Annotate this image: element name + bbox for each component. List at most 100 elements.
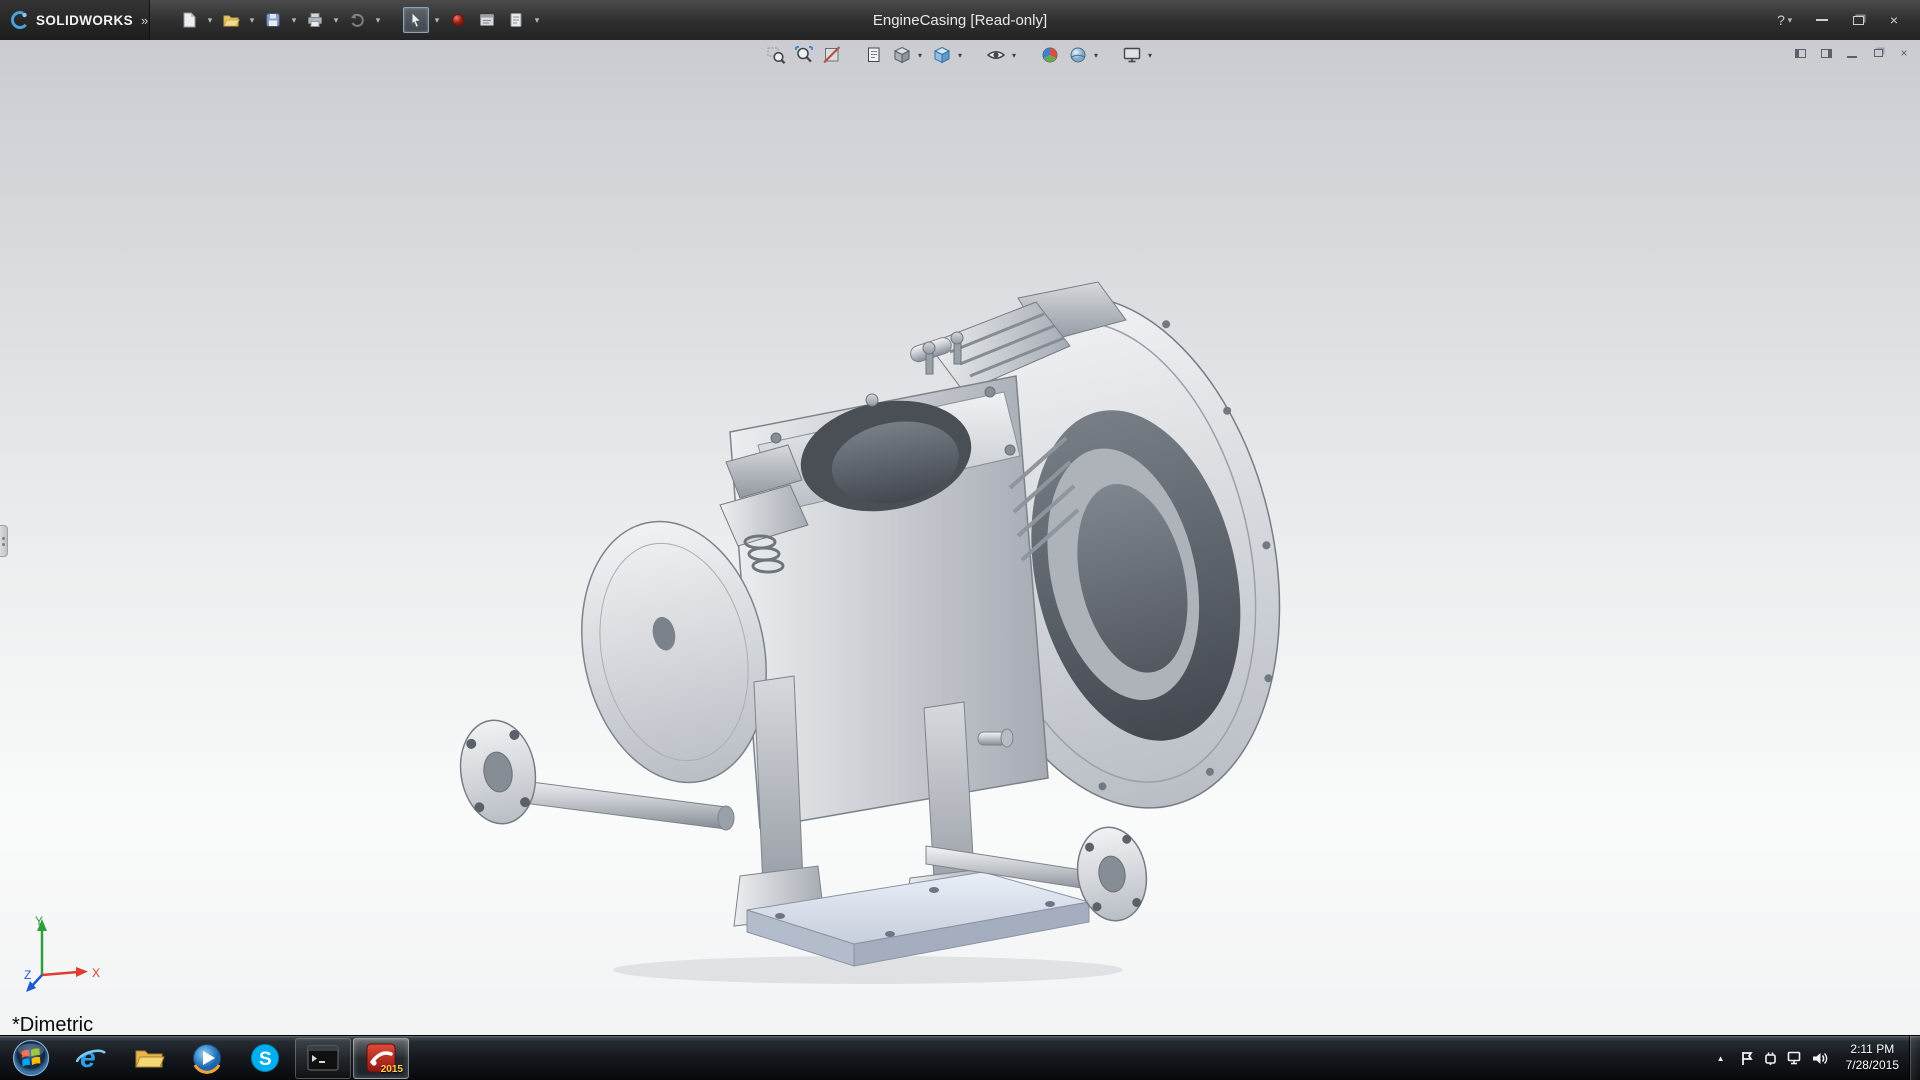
apply-scene-dropdown[interactable]: ▾ [1094, 51, 1102, 60]
internet-explorer-icon: e [74, 1041, 108, 1075]
volume-icon[interactable] [1812, 1051, 1828, 1066]
command-prompt-icon [307, 1045, 339, 1071]
tray-icons [1732, 1051, 1836, 1066]
apply-scene-button[interactable] [1066, 43, 1090, 67]
svg-text:e: e [80, 1042, 96, 1073]
open-dropdown[interactable]: ▾ [247, 15, 257, 26]
clock-time: 2:11 PM [1846, 1042, 1899, 1058]
minimize-button[interactable] [1812, 10, 1832, 30]
hide-show-items-icon [986, 45, 1006, 65]
select-tool-dropdown[interactable]: ▾ [432, 15, 442, 26]
file-properties-dropdown[interactable]: ▾ [532, 15, 542, 26]
doc-restore-button[interactable] [1870, 45, 1886, 61]
engine-casing-render [458, 280, 1282, 992]
view-cube-button[interactable] [890, 43, 914, 67]
view-settings-dropdown[interactable]: ▾ [1148, 51, 1156, 60]
help-button[interactable]: ?▾ [1776, 10, 1796, 30]
edit-appearance-icon [1040, 45, 1060, 65]
taskbar-skype[interactable]: S [237, 1038, 293, 1079]
taskbar-media-player[interactable] [179, 1038, 235, 1079]
zoom-to-fit-icon [794, 45, 814, 65]
display-style-button[interactable] [930, 43, 954, 67]
print-dropdown[interactable]: ▾ [331, 15, 341, 26]
show-taskpane-button[interactable] [1818, 45, 1834, 61]
edit-appearance-button[interactable] [1038, 43, 1062, 67]
open-icon [222, 11, 240, 29]
network-icon[interactable] [1787, 1051, 1803, 1065]
media-player-icon [190, 1041, 224, 1075]
axis-y-label: Y [35, 914, 43, 928]
display-style-dropdown[interactable]: ▾ [958, 51, 966, 60]
graphics-viewport[interactable]: ▾ ▾ ▾ [0, 40, 1920, 1035]
show-featuremanager-button[interactable] [1792, 45, 1808, 61]
document-window-controls: × [1792, 45, 1912, 61]
doc-close-button[interactable]: × [1896, 45, 1912, 61]
section-view-icon [822, 45, 842, 65]
taskbar-apps: e S [62, 1036, 410, 1080]
undo-icon [348, 11, 366, 29]
view-settings-button[interactable] [1120, 43, 1144, 67]
featuremanager-splitter-handle[interactable] [0, 525, 8, 557]
heads-up-toolbar: ▾ ▾ ▾ [764, 43, 1156, 67]
file-properties-button[interactable] [503, 7, 529, 33]
action-center-flag-icon[interactable] [1740, 1051, 1754, 1066]
select-tool-button[interactable] [403, 7, 429, 33]
zoom-window-icon [766, 45, 786, 65]
close-button[interactable]: × [1884, 10, 1904, 30]
view-cube-icon [892, 45, 912, 65]
section-view-button[interactable] [820, 43, 844, 67]
save-icon [264, 11, 282, 29]
titlebar-toolbar: ▾ ▾ ▾ ▾ [150, 7, 542, 33]
taskbar-internet-explorer[interactable]: e [63, 1038, 119, 1079]
file-properties-icon [507, 11, 525, 29]
show-desktop-button[interactable] [1909, 1036, 1920, 1080]
taskbar-solidworks[interactable]: 2015 [353, 1038, 409, 1079]
taskbar-command-prompt[interactable] [295, 1038, 351, 1079]
hide-show-items-button[interactable] [984, 43, 1008, 67]
zoom-to-fit-button[interactable] [792, 43, 816, 67]
skype-icon: S [248, 1041, 282, 1075]
brand-text: SOLIDWORKS [36, 13, 133, 28]
options-button[interactable] [474, 7, 500, 33]
view-orientation-button[interactable] [862, 43, 886, 67]
rebuild-button[interactable] [445, 7, 471, 33]
window-controls: ?▾ × [1776, 10, 1920, 30]
print-button[interactable] [302, 7, 328, 33]
view-orientation-label: *Dimetric [12, 1014, 93, 1035]
power-icon[interactable] [1763, 1051, 1778, 1066]
svg-text:S: S [259, 1049, 272, 1070]
document-title: EngineCasing [Read-only] [873, 12, 1047, 29]
view-orientation-icon [864, 45, 884, 65]
hide-show-dropdown[interactable]: ▾ [1012, 51, 1020, 60]
axis-z-label: Z [24, 968, 31, 982]
reference-triad[interactable]: Y X Z [24, 911, 104, 999]
new-document-icon [180, 11, 198, 29]
show-hidden-icons-button[interactable]: ▲ [1710, 1036, 1732, 1080]
taskbar: e S [0, 1035, 1920, 1080]
titlebar: SOLIDWORKS » ▾ ▾ [0, 0, 1920, 40]
new-document-dropdown[interactable]: ▾ [205, 15, 215, 26]
new-document-button[interactable] [176, 7, 202, 33]
save-dropdown[interactable]: ▾ [289, 15, 299, 26]
tray-clock[interactable]: 2:11 PM 7/28/2015 [1836, 1042, 1909, 1073]
restore-button[interactable] [1848, 10, 1868, 30]
start-button[interactable] [0, 1036, 62, 1080]
axis-x-label: X [92, 966, 100, 980]
engine-casing-model[interactable] [458, 280, 1282, 992]
save-button[interactable] [260, 7, 286, 33]
undo-button[interactable] [344, 7, 370, 33]
ds-logo-icon [10, 10, 30, 30]
solidworks-logo: SOLIDWORKS » [0, 0, 150, 40]
taskbar-windows-explorer[interactable] [121, 1038, 177, 1079]
undo-dropdown[interactable]: ▾ [373, 15, 383, 26]
solidworks-version-badge: 2015 [381, 1064, 403, 1075]
open-button[interactable] [218, 7, 244, 33]
view-cube-dropdown[interactable]: ▾ [918, 51, 926, 60]
apply-scene-icon [1068, 45, 1088, 65]
doc-minimize-button[interactable] [1844, 45, 1860, 61]
clock-date: 7/28/2015 [1846, 1058, 1899, 1074]
menu-expand-chevron[interactable]: » [141, 13, 148, 28]
solidworks-window: SOLIDWORKS » ▾ ▾ [0, 0, 1920, 1080]
options-icon [478, 11, 496, 29]
zoom-window-button[interactable] [764, 43, 788, 67]
